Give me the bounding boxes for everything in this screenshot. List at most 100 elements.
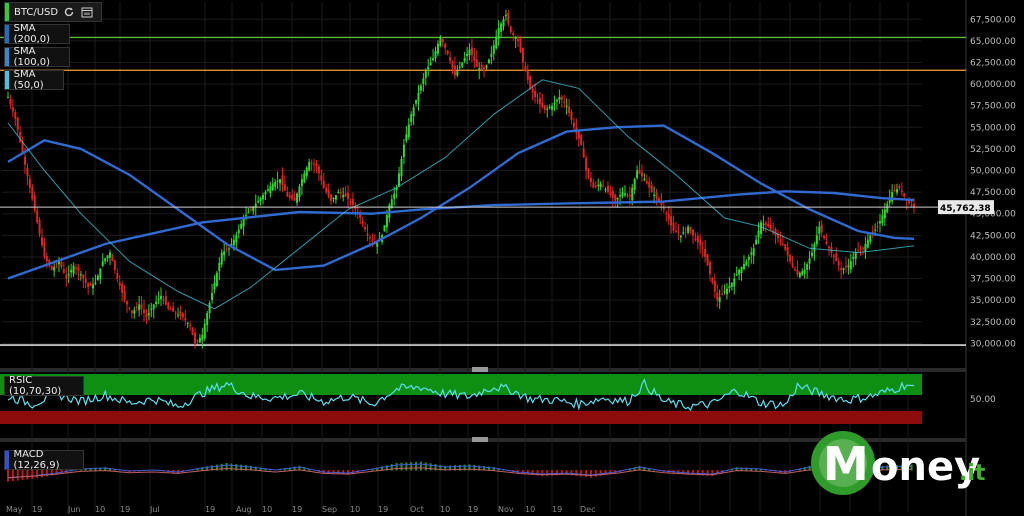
candle-body — [451, 60, 454, 69]
candle-body — [269, 186, 272, 194]
candle-body — [638, 169, 641, 174]
candle-body — [347, 192, 350, 200]
candle-body — [716, 292, 719, 301]
candle-body — [825, 241, 828, 244]
candle-body — [526, 70, 529, 80]
candle-body — [308, 161, 311, 171]
candle-body — [456, 71, 459, 76]
candle-body — [143, 309, 146, 314]
candle-body — [463, 58, 466, 62]
candle-body — [497, 27, 500, 40]
macd-histogram-bar — [585, 470, 588, 477]
candle-body — [774, 229, 777, 236]
candle-body — [871, 231, 874, 233]
ticker-selector[interactable]: BTC/USD — [4, 2, 102, 22]
candle-body — [614, 194, 617, 201]
candle-body — [14, 112, 17, 119]
sma-50-color-bar — [5, 71, 9, 89]
candle-body — [786, 247, 789, 256]
candle-body — [60, 261, 63, 268]
macd-histogram-bar — [31, 470, 34, 479]
candle-body — [631, 187, 634, 201]
candle-body — [334, 195, 337, 200]
candle-body — [648, 181, 651, 188]
sma-100-label: SMA (100,0) — [13, 46, 51, 68]
candle-body — [903, 192, 906, 197]
candle-body — [84, 278, 87, 283]
macd-color-bar — [5, 451, 9, 469]
candle-body — [475, 59, 478, 67]
candle-body — [701, 247, 704, 249]
candle-body — [223, 251, 226, 256]
candle-body — [747, 256, 750, 260]
candle-body — [237, 229, 240, 234]
candle-body — [623, 193, 626, 196]
macd-indicator-label[interactable]: MACD (12,26,9) — [4, 449, 84, 471]
candle-body — [854, 252, 857, 259]
candle-body — [53, 267, 56, 271]
candle-body — [857, 250, 860, 252]
y-tick-label: 32,500.00 — [970, 318, 1016, 328]
rsi-indicator-label[interactable]: RSIC (10,70,30) — [4, 375, 84, 397]
x-tick-label: 10 — [525, 505, 535, 514]
candle-body — [551, 105, 554, 110]
candle-body — [157, 298, 160, 300]
indicator-sma-200[interactable]: SMA (200,0) — [4, 23, 70, 45]
candle-body — [123, 291, 126, 301]
candle-body — [706, 254, 709, 266]
candle-body — [62, 269, 65, 273]
candle-body — [832, 255, 835, 257]
x-tick-label: 10 — [95, 505, 105, 514]
candle-body — [184, 318, 187, 321]
candle-body — [893, 190, 896, 192]
candle-body — [116, 272, 119, 279]
candle-body — [424, 71, 427, 78]
candle-body — [519, 37, 522, 52]
candle-body — [189, 325, 192, 327]
x-tick-label: Sep — [322, 505, 337, 514]
y-tick-label: 55,000.00 — [970, 123, 1016, 133]
candle-body — [803, 269, 806, 274]
indicator-sma-100[interactable]: SMA (100,0) — [4, 46, 70, 68]
macd-histogram-bar — [400, 462, 403, 471]
candle-body — [597, 184, 600, 187]
candle-body — [883, 209, 886, 219]
candle-body — [313, 163, 316, 165]
macd-histogram-bar — [16, 470, 19, 481]
x-tick-label: 19 — [205, 505, 215, 514]
x-tick-label: 19 — [292, 505, 302, 514]
macd-histogram-bar — [419, 461, 422, 471]
candle-body — [861, 247, 864, 249]
candle-body — [667, 213, 670, 220]
candle-body — [298, 186, 301, 198]
y-tick-label: 47,500.00 — [970, 188, 1016, 198]
candle-body — [793, 269, 796, 271]
candle-body — [563, 101, 566, 103]
candle-body — [337, 192, 340, 194]
candle-body — [305, 167, 308, 177]
candle-body — [458, 66, 461, 68]
candle-body — [852, 256, 855, 259]
candle-body — [271, 183, 274, 191]
refresh-icon[interactable] — [62, 5, 76, 19]
macd-histogram-bar — [7, 470, 9, 482]
macd-histogram-bar — [225, 463, 228, 471]
candle-body — [815, 235, 818, 245]
rsi-overbought-zone — [0, 374, 922, 395]
candle-body — [118, 282, 121, 286]
sma-200-label: SMA (200,0) — [13, 23, 51, 45]
candle-body — [521, 48, 524, 63]
candle-body — [473, 56, 476, 62]
candle-body — [429, 62, 432, 66]
calendar-icon[interactable] — [80, 5, 94, 19]
candle-body — [864, 243, 867, 253]
y-tick-label: 42,500.00 — [970, 231, 1016, 241]
candle-body — [113, 260, 116, 270]
candle-body — [910, 204, 913, 206]
candle-body — [723, 291, 726, 293]
candle-body — [94, 282, 97, 284]
candle-body — [696, 235, 699, 243]
indicator-sma-50[interactable]: SMA (50,0) — [4, 69, 64, 91]
candle-body — [665, 213, 668, 215]
candle-body — [587, 168, 590, 177]
